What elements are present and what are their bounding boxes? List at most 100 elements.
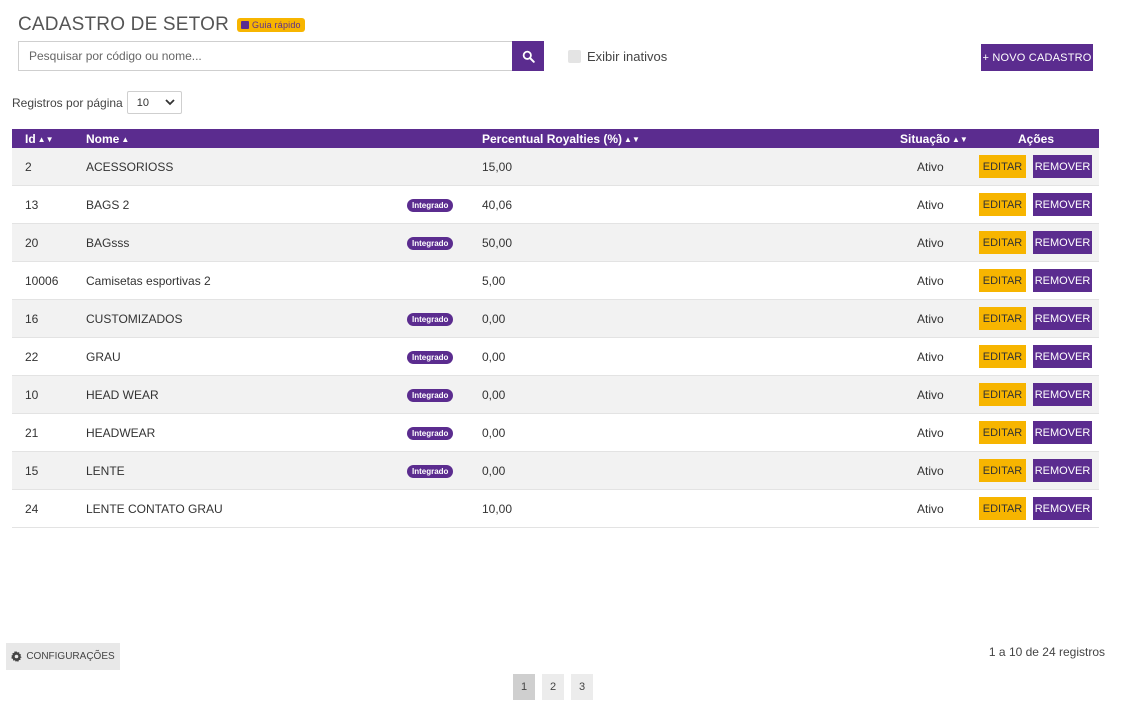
pagination: 1 2 3 xyxy=(513,674,593,700)
cell-id: 15 xyxy=(25,463,39,478)
per-page-value: 10 xyxy=(136,96,149,109)
table-row: 21 HEADWEAR Integrado 0,00 Ativo EDITAR REMOVE… xyxy=(12,414,1099,452)
edit-button[interactable]: EDITAR xyxy=(979,421,1026,444)
remove-button[interactable]: REMOVER xyxy=(1033,155,1092,178)
cell-percent: 5,00 xyxy=(482,273,506,288)
edit-button[interactable]: EDITAR xyxy=(979,269,1026,292)
remove-button[interactable]: REMOVER xyxy=(1033,231,1092,254)
cell-id: 10 xyxy=(25,387,39,402)
cell-percent: 0,00 xyxy=(482,463,506,478)
edit-button[interactable]: EDITAR xyxy=(979,383,1026,406)
cell-status: Ativo xyxy=(917,159,944,174)
remove-button[interactable]: REMOVER xyxy=(1033,269,1092,292)
cell-name: BAGS 2 xyxy=(86,197,130,212)
settings-button[interactable]: CONFIGURAÇÕES xyxy=(6,643,120,670)
integrated-badge: Integrado xyxy=(407,313,454,326)
table-row: 10 HEAD WEAR Integrado 0,00 Ativo EDITAR REMOV… xyxy=(12,376,1099,414)
cell-status: Ativo xyxy=(917,349,944,364)
cell-name: CUSTOMIZADOS xyxy=(86,311,183,326)
cell-percent: 0,00 xyxy=(482,387,506,402)
cell-percent: 0,00 xyxy=(482,311,506,326)
sort-asc-icon: ▲ xyxy=(121,134,130,144)
cell-percent: 0,00 xyxy=(482,425,506,440)
header-percent-label: Percentual Royalties (%) xyxy=(482,131,623,146)
per-page-select[interactable]: 10 xyxy=(126,91,182,114)
page-title-text: CADASTRO DE SETOR xyxy=(18,14,230,35)
integrated-badge: Integrado xyxy=(407,199,454,212)
cell-status: Ativo xyxy=(917,463,944,478)
table-row: 15 LENTE Integrado 0,00 Ativo EDITAR REMOVER xyxy=(12,452,1099,490)
cell-percent: 0,00 xyxy=(482,349,506,364)
cell-id: 13 xyxy=(25,197,39,212)
cell-id: 24 xyxy=(25,501,39,516)
integrated-badge: Integrado xyxy=(407,389,454,402)
edit-button[interactable]: EDITAR xyxy=(979,459,1026,482)
cell-status: Ativo xyxy=(917,425,944,440)
show-inactive-toggle[interactable]: Exibir inativos xyxy=(568,49,667,64)
edit-button[interactable]: EDITAR xyxy=(979,345,1026,368)
cell-name: LENTE xyxy=(86,463,125,478)
cell-id: 2 xyxy=(25,159,32,174)
remove-button[interactable]: REMOVER xyxy=(1033,421,1092,444)
cell-status: Ativo xyxy=(917,273,944,288)
search-button[interactable] xyxy=(512,41,544,71)
cell-name: HEAD WEAR xyxy=(86,387,159,402)
sort-icon: ▲▼ xyxy=(37,134,54,144)
gear-icon xyxy=(11,651,23,662)
sort-icon: ▲▼ xyxy=(952,134,968,144)
per-page-label: Registros por página xyxy=(12,95,123,110)
integrated-badge: Integrado xyxy=(407,427,454,440)
cell-name: BAGsss xyxy=(86,235,130,250)
remove-button[interactable]: REMOVER xyxy=(1033,307,1092,330)
integrated-badge: Integrado xyxy=(407,351,454,364)
cell-name: GRAU xyxy=(86,349,121,364)
search-bar xyxy=(18,41,544,71)
remove-button[interactable]: REMOVER xyxy=(1033,383,1092,406)
table-row: 22 GRAU Integrado 0,00 Ativo EDITAR REMOVER xyxy=(12,338,1099,376)
settings-label: CONFIGURAÇÕES xyxy=(26,651,115,662)
table-row: 20 BAGsss Integrado 50,00 Ativo EDITAR REMOVER xyxy=(12,224,1099,262)
column-header-id[interactable]: Id ▲▼ xyxy=(25,132,54,146)
cell-percent: 10,00 xyxy=(482,501,513,516)
cell-status: Ativo xyxy=(917,311,944,326)
page-title: CADASTRO DE SETOR Guia rápido xyxy=(18,14,305,36)
header-id-label: Id xyxy=(25,131,36,146)
new-record-button[interactable]: + NOVO CADASTRO xyxy=(981,44,1093,71)
cell-name: LENTE CONTATO GRAU xyxy=(86,501,223,516)
sort-icon: ▲▼ xyxy=(624,134,640,144)
page-button-1[interactable]: 1 xyxy=(513,674,535,700)
cell-id: 22 xyxy=(25,349,39,364)
book-icon xyxy=(241,21,250,29)
edit-button[interactable]: EDITAR xyxy=(979,307,1026,330)
show-inactive-label: Exibir inativos xyxy=(587,49,668,64)
edit-button[interactable]: EDITAR xyxy=(979,231,1026,254)
cell-status: Ativo xyxy=(917,197,944,212)
search-input[interactable] xyxy=(18,41,512,71)
remove-button[interactable]: REMOVER xyxy=(1033,345,1092,368)
guide-button[interactable]: Guia rápido xyxy=(237,18,305,32)
remove-button[interactable]: REMOVER xyxy=(1033,193,1092,216)
search-icon xyxy=(522,50,535,63)
edit-button[interactable]: EDITAR xyxy=(979,155,1026,178)
column-header-percent[interactable]: Percentual Royalties (%) ▲▼ xyxy=(482,132,640,146)
cell-id: 20 xyxy=(25,235,39,250)
page-button-2[interactable]: 2 xyxy=(542,674,564,700)
chevron-down-icon xyxy=(165,99,175,106)
column-header-name[interactable]: Nome ▲ xyxy=(86,132,129,146)
column-header-actions: Ações xyxy=(1018,131,1055,146)
cell-percent: 50,00 xyxy=(482,235,513,250)
edit-button[interactable]: EDITAR xyxy=(979,497,1026,520)
cell-id: 10006 xyxy=(25,273,59,288)
cell-name: HEADWEAR xyxy=(86,425,156,440)
remove-button[interactable]: REMOVER xyxy=(1033,497,1092,520)
cell-name: Camisetas esportivas 2 xyxy=(86,273,211,288)
cell-status: Ativo xyxy=(917,501,944,516)
page-button-3[interactable]: 3 xyxy=(571,674,593,700)
column-header-status[interactable]: Situação ▲▼ xyxy=(900,132,968,146)
remove-button[interactable]: REMOVER xyxy=(1033,459,1092,482)
show-inactive-checkbox[interactable] xyxy=(568,50,581,63)
per-page-control: Registros por página 10 xyxy=(12,91,182,114)
cell-status: Ativo xyxy=(917,387,944,402)
edit-button[interactable]: EDITAR xyxy=(979,193,1026,216)
table-row: 2 ACESSORIOSS 15,00 Ativo EDITAR REMOVER xyxy=(12,148,1099,186)
